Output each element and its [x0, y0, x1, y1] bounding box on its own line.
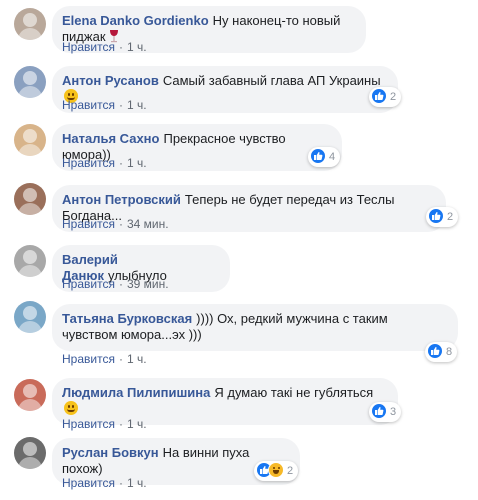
like-reaction-icon: [371, 403, 387, 420]
reaction-count: 2: [287, 465, 294, 478]
comment-timestamp[interactable]: 1 ч.: [127, 417, 147, 431]
separator-dot: ·: [118, 352, 123, 366]
separator-dot: ·: [118, 277, 123, 291]
reactions-badge[interactable]: 3: [369, 402, 402, 422]
comment-author-link[interactable]: Elena Danko Gordienko: [62, 13, 209, 28]
separator-dot: ·: [118, 217, 123, 231]
comment-author-link[interactable]: Наталья Сахно: [62, 131, 159, 146]
like-reaction-icon: [427, 343, 443, 360]
avatar[interactable]: [14, 183, 46, 215]
reactions-badge[interactable]: 8: [425, 342, 458, 362]
comment-actions: Нравится · 1 ч.: [62, 156, 147, 170]
comment-actions: Нравится · 1 ч.: [62, 417, 147, 431]
comment-author-link[interactable]: Людмила Пилипишина: [62, 385, 210, 400]
like-link[interactable]: Нравится: [62, 352, 115, 366]
comment-actions: Нравится · 39 мин.: [62, 277, 169, 291]
like-reaction-icon: [371, 88, 387, 105]
comment-timestamp[interactable]: 1 ч.: [127, 40, 147, 54]
reactions-badge[interactable]: 2: [254, 461, 299, 481]
reactions-badge[interactable]: 2: [426, 207, 459, 227]
smile-icon: [64, 401, 78, 415]
comment-timestamp[interactable]: 1 ч.: [127, 352, 147, 366]
avatar[interactable]: [14, 301, 46, 333]
comment-author-link[interactable]: Антон Петровский: [62, 192, 181, 207]
comment-text: Я думаю такі не губляться: [214, 385, 374, 400]
reaction-count: 2: [447, 211, 454, 224]
comment-author-link[interactable]: Татьяна Бурковская: [62, 311, 192, 326]
comment-text: Самый забавный глава АП Украины: [162, 73, 381, 88]
separator-dot: ·: [118, 98, 123, 112]
comment-timestamp[interactable]: 34 мин.: [127, 217, 169, 231]
like-link[interactable]: Нравится: [62, 217, 115, 231]
comment-timestamp[interactable]: 1 ч.: [127, 156, 147, 170]
like-reaction-icon: [310, 148, 326, 165]
like-link[interactable]: Нравится: [62, 277, 115, 291]
reactions-badge[interactable]: 2: [369, 87, 402, 107]
like-link[interactable]: Нравится: [62, 98, 115, 112]
comment-timestamp[interactable]: 39 мин.: [127, 277, 169, 291]
separator-dot: ·: [118, 40, 123, 54]
comment-actions: Нравится · 34 мин.: [62, 217, 169, 231]
comment-actions: Нравится · 1 ч.: [62, 352, 147, 366]
comment-bubble: Татьяна Бурковская)))) Ох, редкий мужчин…: [52, 304, 458, 351]
separator-dot: ·: [118, 156, 123, 170]
comment-timestamp[interactable]: 1 ч.: [127, 476, 147, 490]
reaction-count: 4: [329, 151, 336, 164]
avatar[interactable]: [14, 379, 46, 411]
comment-actions: Нравится · 1 ч.: [62, 40, 147, 54]
reaction-count: 8: [446, 346, 453, 359]
avatar[interactable]: [14, 66, 46, 98]
like-link[interactable]: Нравится: [62, 40, 115, 54]
haha-reaction-icon: [268, 462, 284, 479]
separator-dot: ·: [118, 476, 123, 490]
avatar[interactable]: [14, 245, 46, 277]
like-reaction-icon: [428, 208, 444, 225]
comment-actions: Нравится · 1 ч.: [62, 98, 147, 112]
avatar[interactable]: [14, 124, 46, 156]
like-link[interactable]: Нравится: [62, 417, 115, 431]
reaction-count: 2: [390, 91, 397, 104]
avatar[interactable]: [14, 437, 46, 469]
reactions-badge[interactable]: 4: [308, 147, 341, 167]
comment-author-link[interactable]: Руслан Бовкун: [62, 445, 159, 460]
separator-dot: ·: [118, 417, 123, 431]
comment-author-link[interactable]: Антон Русанов: [62, 73, 159, 88]
comment-actions: Нравится · 1 ч.: [62, 476, 147, 490]
comment-timestamp[interactable]: 1 ч.: [127, 98, 147, 112]
like-link[interactable]: Нравится: [62, 476, 115, 490]
reaction-count: 3: [390, 406, 397, 419]
like-link[interactable]: Нравится: [62, 156, 115, 170]
avatar[interactable]: [14, 8, 46, 40]
